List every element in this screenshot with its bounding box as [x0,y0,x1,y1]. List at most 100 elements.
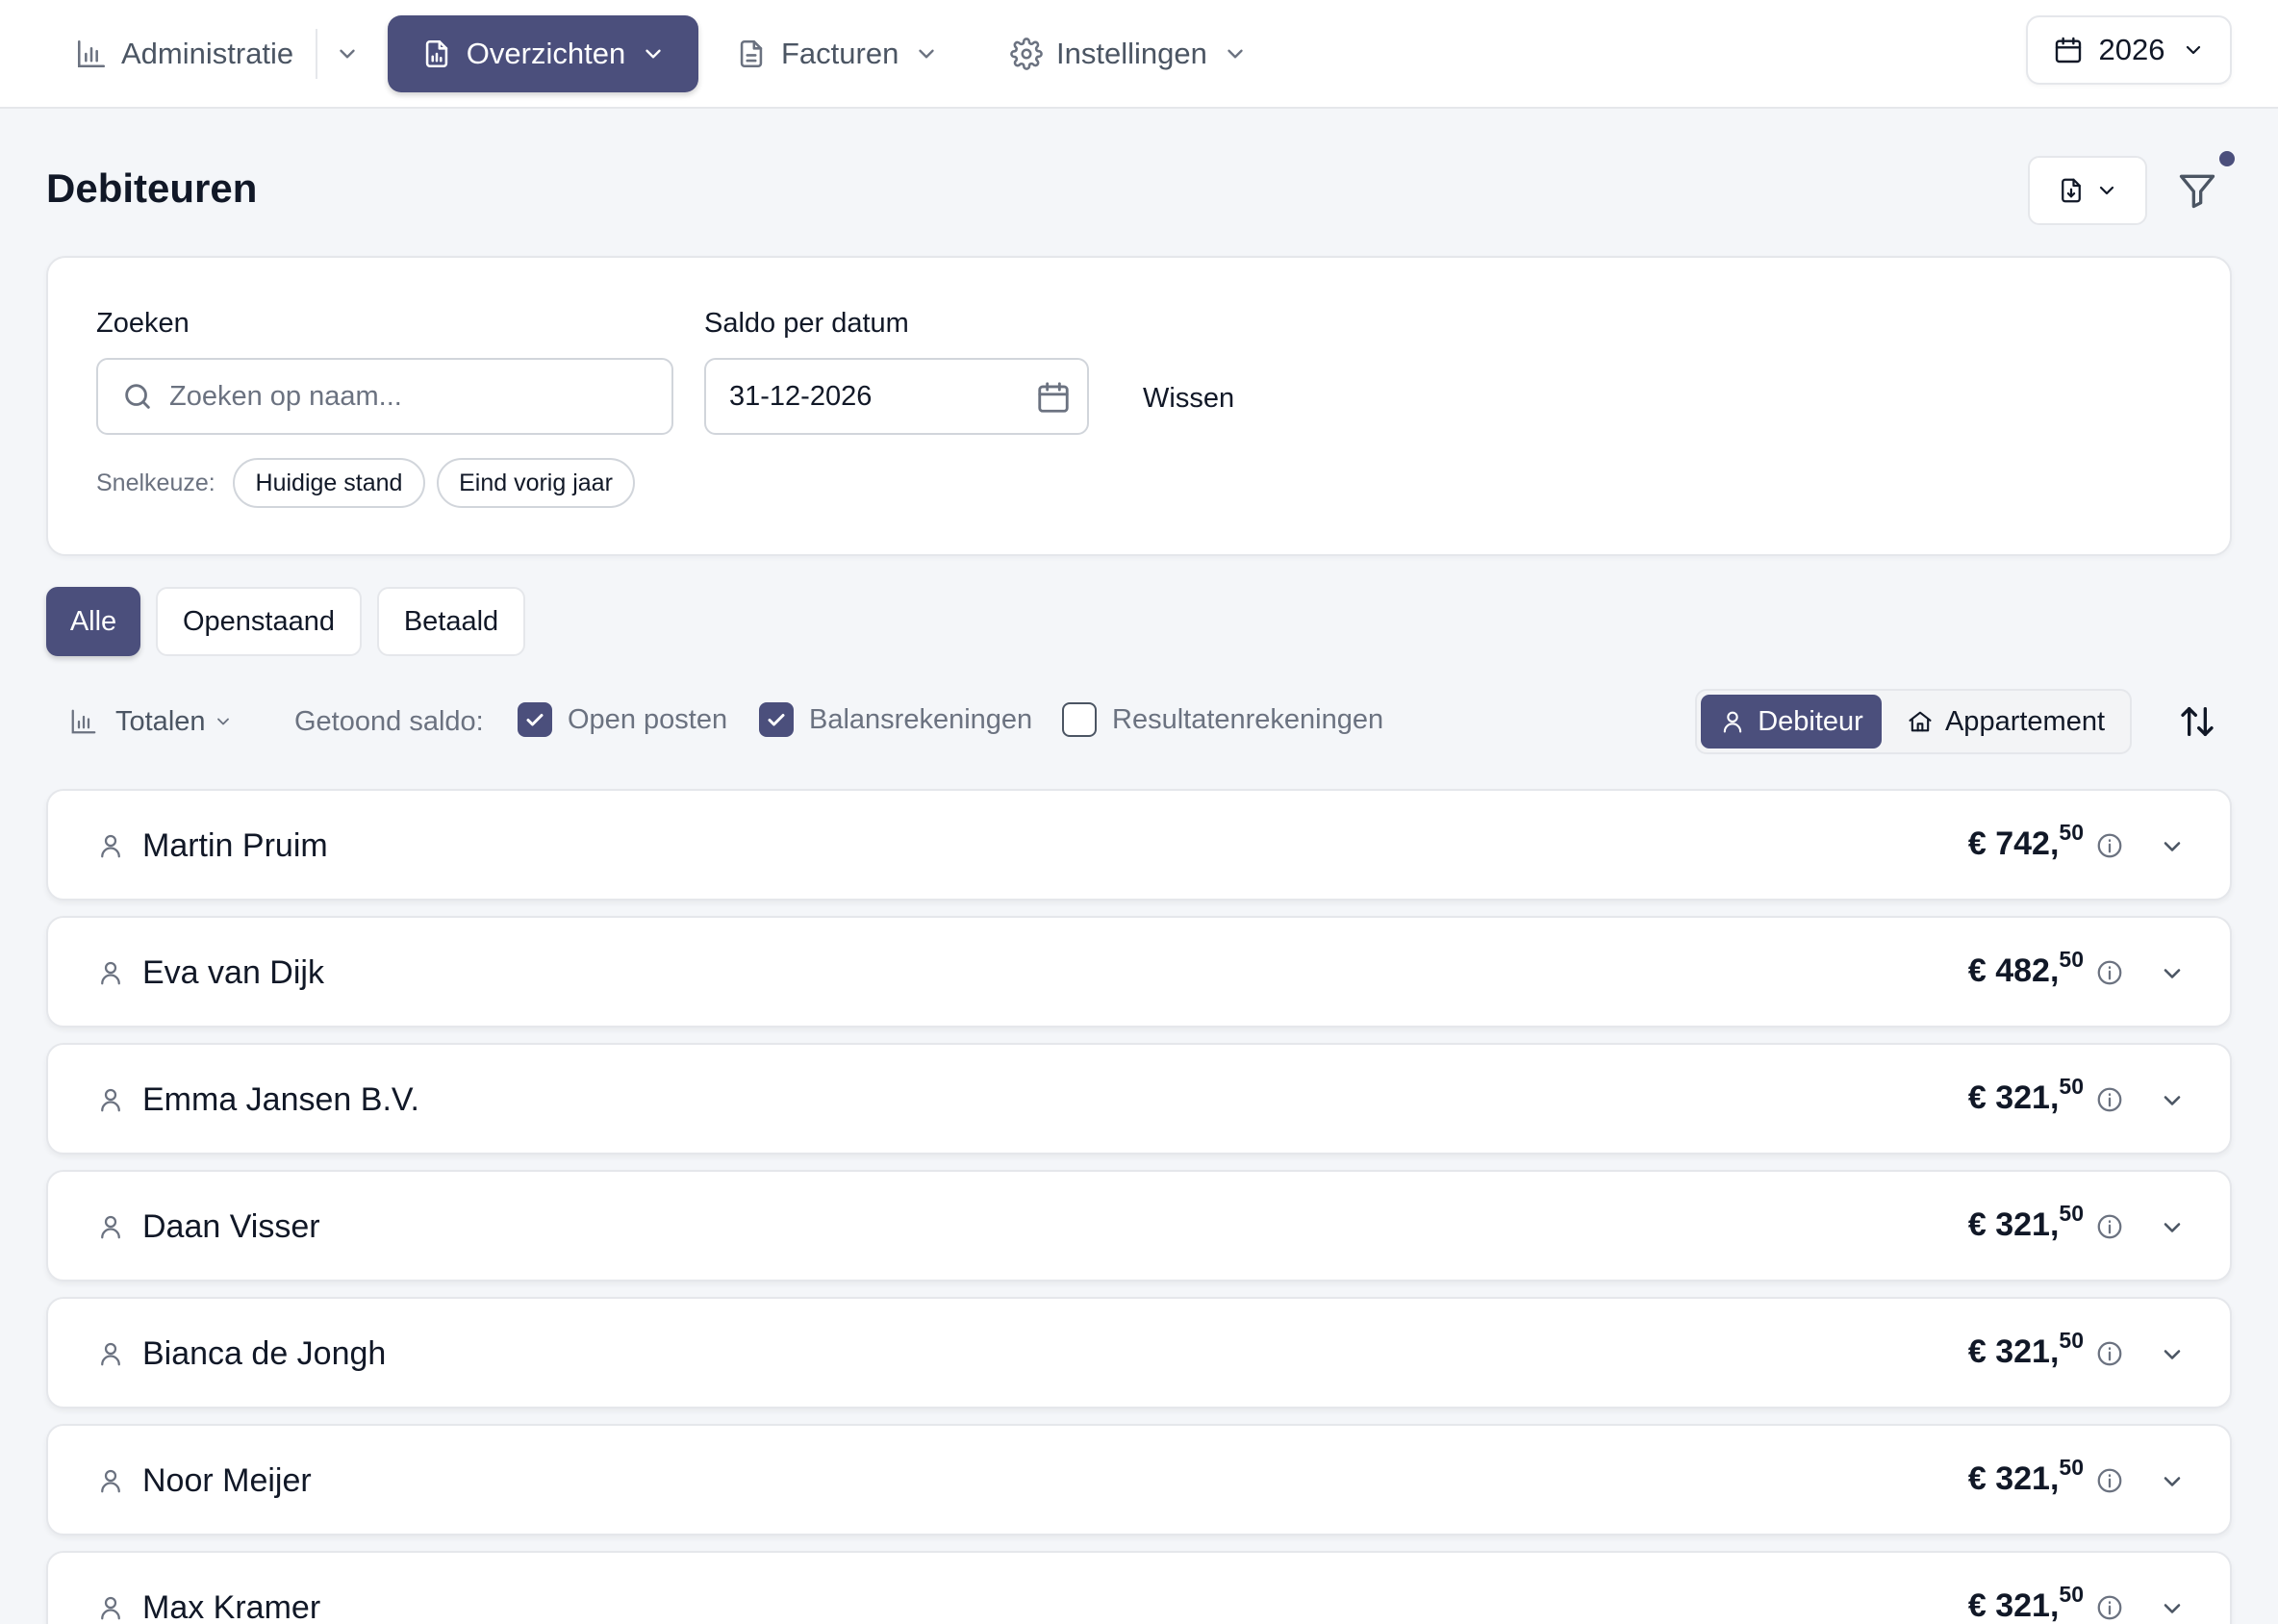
user-icon [101,961,120,985]
tab-openstaand[interactable]: Openstaand [156,587,362,656]
user-icon [101,1342,120,1366]
checkbox-balansrekeningen[interactable]: Balansrekeningen [759,702,1032,737]
chevron-down-icon[interactable] [2159,960,2186,987]
info-icon[interactable] [2095,1212,2124,1241]
user-icon [101,1469,120,1493]
chevron-down-icon[interactable] [2159,1214,2186,1241]
balance-cents: 50 [2059,1455,2084,1480]
info-icon[interactable] [2095,958,2124,987]
group-by-label: Appartement [1944,705,2106,737]
quick-select-end-previous-year[interactable]: Eind vorig jaar [437,458,635,508]
debtor-name: Noor Meijer [142,1462,312,1499]
chevron-down-icon[interactable] [2159,1595,2186,1622]
list-item[interactable]: Max Kramer € 321,50 [46,1551,2232,1624]
checkbox-checked[interactable] [518,702,552,737]
user-icon [101,1088,120,1112]
chevron-down-icon[interactable] [2159,833,2186,860]
chevron-down-icon [2099,186,2114,195]
list-item[interactable]: Eva van Dijk € 482,50 [46,916,2232,1028]
chevron-down-icon[interactable] [2159,1468,2186,1495]
filter-panel: Zoeken Saldo per datum 31-12-2026 Wissen… [46,256,2232,556]
balance-main: € 321, [1967,1206,2060,1243]
info-icon[interactable] [2095,1085,2124,1114]
balance-main: € 321, [1967,1587,2060,1624]
user-icon [1723,711,1742,733]
filter-icon[interactable] [2176,169,2218,212]
info-icon[interactable] [2095,1466,2124,1495]
document-download-icon [2062,178,2081,203]
list-item[interactable]: Martin Pruim € 742,50 [46,789,2232,901]
date-value: 31-12-2026 [729,380,873,412]
nav-item-label: Facturen [781,37,899,70]
list-item[interactable]: Bianca de Jongh € 321,50 [46,1297,2232,1408]
bar-chart-icon [71,709,96,734]
chevron-down-icon[interactable] [2159,1087,2186,1114]
nav-item-overzichten[interactable]: Overzichten [388,15,698,92]
balance-cents: 50 [2059,1074,2084,1099]
info-icon[interactable] [2095,1339,2124,1368]
date-input[interactable]: 31-12-2026 [704,358,1089,435]
checkbox-unchecked[interactable] [1062,702,1097,737]
debtor-balance: € 321,50 [1968,1074,2084,1117]
top-navigation-bar: Administratie Overzichten Facturen Inste… [0,0,2278,109]
list-item[interactable]: Daan Visser € 321,50 [46,1170,2232,1281]
group-by-toggle: Debiteur Appartement [1695,689,2132,754]
quick-select-label: Snelkeuze: [96,469,215,496]
debtor-balance: € 321,50 [1967,1201,2084,1244]
debtor-balance: € 742,50 [1967,820,2084,863]
debtor-name: Daan Visser [142,1208,320,1245]
tab-alle[interactable]: Alle [46,587,140,656]
export-button[interactable] [2028,156,2147,225]
search-icon [125,384,150,409]
debtor-balance: € 321,50 [1967,1455,2084,1498]
search-field[interactable] [96,358,673,435]
checkbox-label: Balansrekeningen [809,703,1033,735]
debtor-balance: € 482,50 [1967,947,2084,990]
debtor-balance: € 321,50 [1967,1328,2084,1371]
debtor-balance: € 321,50 [1967,1582,2084,1624]
year-value: 2026 [2098,33,2165,66]
filter-active-indicator [2219,151,2235,166]
checkbox-open-posten[interactable]: Open posten [518,702,727,737]
nav-item-administratie[interactable]: Administratie [75,15,293,92]
list-item[interactable]: Noor Meijer € 321,50 [46,1424,2232,1535]
balance-main: € 321, [1967,1333,2060,1370]
balance-cents: 50 [2059,1201,2084,1226]
balance-main: € 321, [1967,1460,2060,1497]
user-icon [101,1596,120,1620]
user-icon [101,834,120,858]
checkbox-resultatenrekeningen[interactable]: Resultatenrekeningen [1062,702,1383,737]
group-by-debiteur[interactable]: Debiteur [1701,695,1882,749]
bar-chart-icon [77,39,106,68]
administratie-dropdown-toggle[interactable] [329,15,366,92]
info-icon[interactable] [2095,831,2124,860]
quick-select-current[interactable]: Huidige stand [233,458,425,508]
checkbox-checked[interactable] [759,702,794,737]
balance-cents: 50 [2059,820,2084,845]
chevron-down-icon [216,718,229,725]
tab-betaald[interactable]: Betaald [377,587,525,656]
search-input[interactable] [169,380,631,413]
totals-dropdown[interactable]: Totalen [69,693,233,750]
search-label: Zoeken [96,308,190,339]
info-icon[interactable] [2095,1593,2124,1622]
check-icon [768,714,785,726]
calendar-icon [2055,37,2081,63]
group-by-label: Debiteur [1758,705,1863,737]
chevron-down-icon[interactable] [2159,1341,2186,1368]
calendar-icon[interactable] [1035,379,1072,416]
shown-balance-label: Getoond saldo: [294,706,484,737]
page-title: Debiteuren [46,165,258,211]
sort-icon[interactable] [2178,700,2216,743]
balance-main: € 742, [1967,825,2060,862]
clear-filters-button[interactable]: Wissen [1143,383,1234,415]
nav-item-facturen[interactable]: Facturen [735,15,939,92]
user-icon [101,1215,120,1239]
balance-main: € 482, [1967,952,2060,989]
year-selector[interactable]: 2026 [2026,15,2232,85]
list-item[interactable]: Emma Jansen B.V. € 321,50 [46,1043,2232,1155]
group-by-appartement[interactable]: Appartement [1886,695,2126,749]
chevron-down-icon [2187,45,2201,55]
nav-item-instellingen[interactable]: Instellingen [1010,15,1248,92]
chevron-down-icon [645,49,661,59]
